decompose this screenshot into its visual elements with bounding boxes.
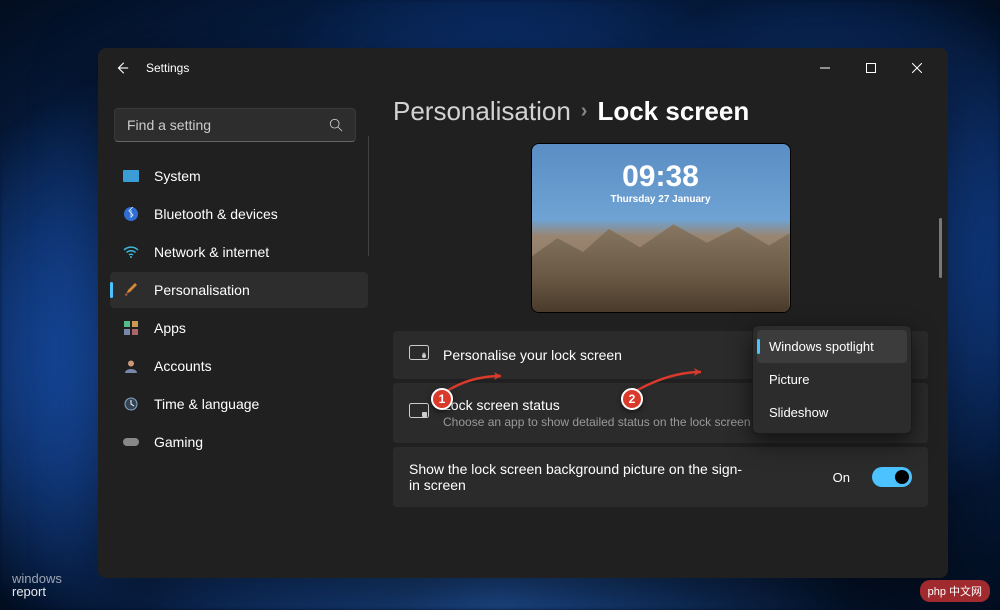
background-dropdown: Windows spotlight Picture Slideshow: [752, 325, 912, 434]
preview-landscape: [532, 220, 790, 312]
minimize-icon: [820, 63, 830, 73]
brush-icon: [122, 281, 140, 299]
system-icon: [122, 167, 140, 185]
sidebar-item-label: Network & internet: [154, 244, 269, 260]
lock-screen-icon: [409, 345, 429, 365]
sidebar-item-bluetooth[interactable]: Bluetooth & devices: [110, 196, 368, 232]
sidebar: Find a setting System Bluetooth & device…: [98, 88, 368, 578]
sidebar-item-label: Gaming: [154, 434, 203, 450]
window-controls: [802, 52, 940, 84]
annotation-marker-1: 1: [431, 388, 453, 410]
search-icon: [329, 118, 343, 132]
search-input[interactable]: Find a setting: [114, 108, 356, 142]
gaming-icon: [122, 433, 140, 451]
sidebar-item-label: Bluetooth & devices: [154, 206, 278, 222]
sidebar-item-label: System: [154, 168, 201, 184]
bluetooth-icon: [122, 205, 140, 223]
dropdown-option-spotlight[interactable]: Windows spotlight: [757, 330, 907, 363]
scrollbar[interactable]: [939, 218, 942, 566]
watermark-right: php 中文网: [920, 580, 990, 602]
wifi-icon: [122, 243, 140, 261]
sidebar-item-system[interactable]: System: [110, 158, 368, 194]
sidebar-item-accounts[interactable]: Accounts: [110, 348, 368, 384]
sidebar-item-time[interactable]: Time & language: [110, 386, 368, 422]
sidebar-item-personalisation[interactable]: Personalisation: [110, 272, 368, 308]
breadcrumb: Personalisation › Lock screen: [393, 96, 928, 127]
toggle-label: On: [833, 470, 850, 485]
sidebar-item-label: Personalisation: [154, 282, 250, 298]
content-area: Find a setting System Bluetooth & device…: [98, 88, 948, 578]
close-icon: [912, 63, 922, 73]
status-icon: [409, 403, 429, 423]
sidebar-item-apps[interactable]: Apps: [110, 310, 368, 346]
minimize-button[interactable]: [802, 52, 848, 84]
scrollbar-thumb[interactable]: [939, 218, 942, 278]
sidebar-item-label: Accounts: [154, 358, 212, 374]
sidebar-item-label: Apps: [154, 320, 186, 336]
preview-date-value: Thursday 27 January: [532, 194, 790, 205]
watermark-left: windowsreport: [12, 572, 62, 598]
preview-clock: 09:38 Thursday 27 January: [532, 160, 790, 205]
clock-icon: [122, 395, 140, 413]
maximize-icon: [866, 63, 876, 73]
search-placeholder: Find a setting: [127, 117, 329, 133]
breadcrumb-parent[interactable]: Personalisation: [393, 96, 571, 127]
titlebar: Settings: [98, 48, 948, 88]
show-background-toggle[interactable]: [872, 467, 912, 487]
sidebar-item-label: Time & language: [154, 396, 259, 412]
account-icon: [122, 357, 140, 375]
card-title: Show the lock screen background picture …: [409, 461, 749, 493]
show-background-card: Show the lock screen background picture …: [393, 447, 928, 507]
close-button[interactable]: [894, 52, 940, 84]
arrow-left-icon: [115, 61, 129, 75]
breadcrumb-current: Lock screen: [597, 96, 749, 127]
back-button[interactable]: [106, 52, 138, 84]
annotation-marker-2: 2: [621, 388, 643, 410]
dropdown-option-picture[interactable]: Picture: [757, 363, 907, 396]
preview-time-value: 09:38: [532, 160, 790, 194]
main-panel: Personalisation › Lock screen 09:38 Thur…: [369, 88, 948, 578]
lock-screen-preview: 09:38 Thursday 27 January: [531, 143, 791, 313]
settings-window: Settings Find a setting System: [98, 48, 948, 578]
window-title: Settings: [146, 61, 189, 75]
apps-icon: [122, 319, 140, 337]
chevron-right-icon: ›: [581, 100, 588, 123]
sidebar-item-network[interactable]: Network & internet: [110, 234, 368, 270]
nav-list: System Bluetooth & devices Network & int…: [110, 158, 368, 460]
dropdown-option-slideshow[interactable]: Slideshow: [757, 396, 907, 429]
sidebar-item-gaming[interactable]: Gaming: [110, 424, 368, 460]
maximize-button[interactable]: [848, 52, 894, 84]
